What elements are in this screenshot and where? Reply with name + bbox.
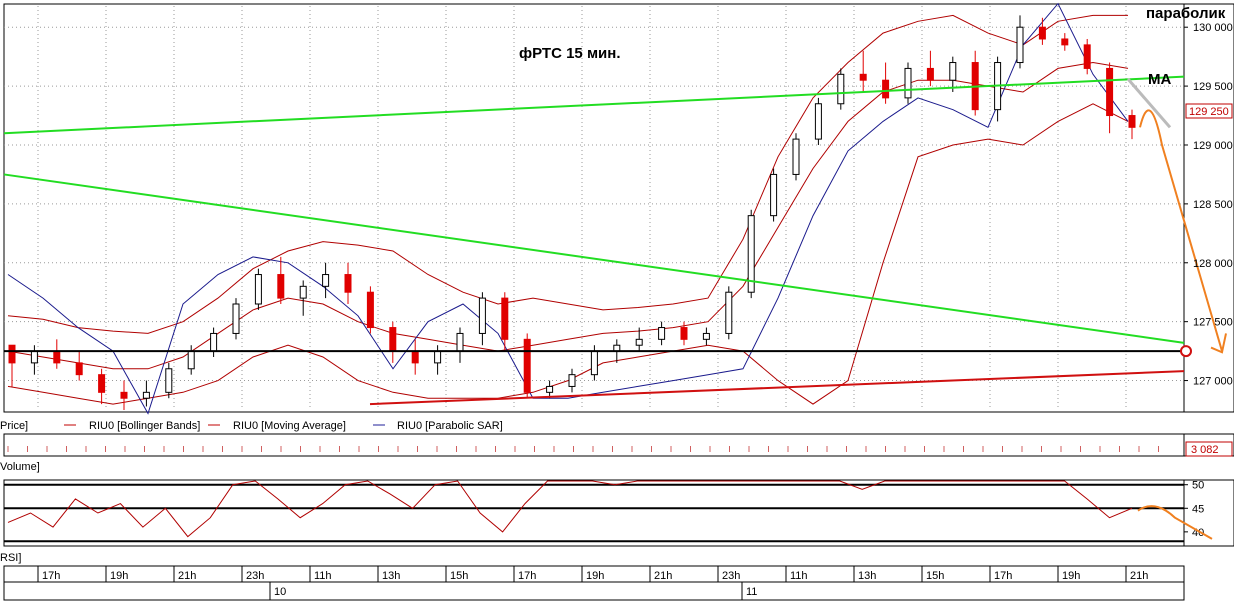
- candle-body: [546, 385, 554, 393]
- candle-body: [1061, 38, 1069, 46]
- time-axis-hour-label: 17h: [42, 570, 60, 582]
- rsi-panel-frame: [3, 479, 1185, 547]
- price-axis-tick-label: 127 500: [1193, 317, 1233, 329]
- candle-body: [770, 173, 778, 217]
- candle-body: [389, 327, 397, 352]
- candle-body: [434, 350, 442, 364]
- candle-body: [523, 338, 531, 393]
- rsi-axis-tick-label: 50: [1192, 480, 1204, 492]
- candle-body: [187, 350, 195, 370]
- candle-body: [411, 350, 419, 364]
- candle-body: [859, 73, 867, 81]
- candle-body: [165, 368, 173, 393]
- candle-body: [949, 62, 957, 81]
- candle-body: [344, 274, 352, 293]
- legend-moving-average: RIU0 [Moving Average]: [233, 420, 346, 432]
- candle-body: [142, 391, 150, 399]
- candle-body: [277, 274, 285, 299]
- candle-body: [590, 350, 598, 376]
- time-axis-hour-label: 19h: [586, 570, 604, 582]
- candle-body: [568, 374, 576, 387]
- time-axis-hour-label: 15h: [926, 570, 944, 582]
- time-axis-hour-label: 21h: [1130, 570, 1148, 582]
- time-axis-hour-label: 21h: [654, 570, 672, 582]
- time-axis-date-label: 10: [274, 586, 286, 598]
- volume-panel-frame: [3, 433, 1185, 457]
- price-axis-tick-label: 128 500: [1193, 199, 1233, 211]
- candle-body: [75, 362, 83, 376]
- level-marker-circle: [1180, 345, 1192, 358]
- candle-body: [792, 138, 800, 175]
- price-panel-label: Price]: [0, 420, 28, 432]
- time-axis-hour-label: 19h: [110, 570, 128, 582]
- time-axis-hour-label: 23h: [722, 570, 740, 582]
- candle-body: [635, 338, 643, 346]
- time-axis-hour-label: 13h: [382, 570, 400, 582]
- candle-body: [658, 327, 666, 340]
- legend-parabolic-sar: RIU0 [Parabolic SAR]: [397, 420, 503, 432]
- candle-body: [366, 291, 374, 329]
- trading-chart: 130 000 129 500 129 000 128 500 128 000 127 5…: [0, 2, 1234, 601]
- candle-body: [926, 67, 934, 81]
- price-axis-tick-label: 128 000: [1193, 258, 1233, 270]
- time-axis-hour-label: 17h: [518, 570, 536, 582]
- candle-body: [254, 274, 262, 305]
- candle-body: [322, 274, 330, 287]
- candle-body: [8, 344, 16, 364]
- candle-body: [702, 332, 710, 340]
- candle-body: [120, 391, 128, 399]
- candle-body: [1038, 26, 1046, 40]
- time-axis-hour-label: 15h: [450, 570, 468, 582]
- candle-body: [456, 332, 464, 352]
- candle-body: [725, 291, 733, 334]
- candle-body: [478, 297, 486, 334]
- price-axis-tick-label: 130 000: [1193, 22, 1233, 34]
- candle-body: [680, 327, 688, 340]
- time-axis-hour-label: 11h: [314, 570, 332, 582]
- volume-panel-label: Volume]: [0, 461, 40, 473]
- time-axis-hour-label: 11h: [790, 570, 808, 582]
- time-axis-hour-label: 19h: [1062, 570, 1080, 582]
- candle-body: [501, 297, 509, 340]
- candle-body: [814, 103, 822, 140]
- candle-body: [882, 79, 890, 99]
- candle-body: [299, 285, 307, 299]
- time-axis-hour-label: 21h: [178, 570, 196, 582]
- volume-value: 3 082: [1191, 444, 1219, 456]
- candle-body: [232, 303, 240, 334]
- candle-body: [1016, 26, 1024, 64]
- price-axis-tick-label: 129 500: [1193, 81, 1233, 93]
- time-axis-hour-label: 17h: [994, 570, 1012, 582]
- price-axis-tick-label: 129 000: [1193, 140, 1233, 152]
- candle-body: [210, 332, 218, 352]
- candle-body: [30, 350, 38, 364]
- rsi-axis-tick-label: 45: [1192, 503, 1204, 515]
- candle-body: [1083, 44, 1091, 69]
- candle-body: [837, 73, 845, 105]
- time-axis-date-label: 11: [746, 586, 757, 598]
- parabolic-annotation: параболик: [1146, 5, 1226, 22]
- current-price-label: 129 250: [1189, 106, 1229, 118]
- time-axis-hour-label: 23h: [246, 570, 264, 582]
- candle-body: [98, 374, 106, 393]
- ma-annotation: MA: [1148, 71, 1171, 88]
- candle-body: [1106, 67, 1114, 117]
- chart-title: фРТС 15 мин.: [519, 45, 621, 62]
- price-axis-tick-label: 127 000: [1193, 376, 1233, 388]
- candle-body: [53, 350, 61, 364]
- candle-body: [904, 67, 912, 99]
- legend-bollinger: RIU0 [Bollinger Bands]: [89, 420, 200, 432]
- candle-body: [1128, 115, 1136, 128]
- rsi-panel-label: RSI]: [0, 552, 21, 564]
- time-axis-hour-label: 13h: [858, 570, 876, 582]
